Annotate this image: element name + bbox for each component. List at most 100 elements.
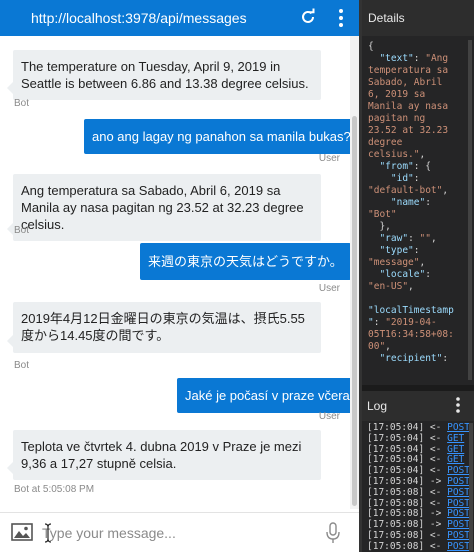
log-method-link[interactable]: POST [447, 487, 469, 498]
chat-scrollbar[interactable] [350, 36, 359, 509]
json-punctuation [368, 233, 379, 244]
message-input[interactable] [42, 519, 312, 547]
log-time: [17:05:08] [367, 529, 425, 541]
json-punctuation: , [385, 341, 391, 352]
details-scroll-thumb[interactable] [468, 40, 472, 380]
json-string: "Bot" [368, 209, 397, 220]
message-sender: Bot [14, 98, 30, 109]
json-key: "id" [390, 173, 414, 184]
log-direction: <- [424, 465, 448, 477]
microphone-icon[interactable] [325, 522, 341, 544]
json-string: celsius." [368, 149, 420, 160]
json-line: }, [368, 221, 468, 233]
log-direction: -> [424, 519, 448, 531]
json-punctuation: }, [368, 221, 391, 232]
json-punctuation [368, 53, 379, 64]
log-method-link[interactable]: POST [447, 541, 469, 551]
log-lines[interactable]: [17:05:04] <- POST [17:05:04] <- GET [17:0… [367, 423, 469, 551]
log-method-link[interactable]: POST [447, 498, 469, 509]
json-punctuation: { [368, 41, 374, 52]
json-punctuation [368, 161, 379, 172]
message-sender: User [318, 283, 340, 294]
json-key: "raw" [379, 233, 409, 244]
bot-emulator-window: http://localhost:3978/api/messages The t… [0, 0, 474, 552]
log-time: [17:05:04] [367, 454, 425, 466]
log-scrollbar[interactable] [469, 423, 473, 551]
json-punctuation: : [413, 53, 426, 64]
activity-json-view[interactable]: { "text": "Ang temperatura sa Sabado, Abri… [368, 41, 468, 381]
bubble-tail [7, 335, 13, 347]
log-direction: <- [424, 486, 448, 498]
details-panel: Details { "text": "Ang temperatura sa Saba… [362, 0, 474, 385]
json-punctuation: , [430, 233, 437, 244]
user-message: Jaké je počasí v praze včera [177, 378, 350, 413]
bubble-tail [7, 223, 13, 235]
json-key: "text" [379, 53, 414, 64]
json-key: "recipient" [379, 353, 443, 364]
log-title: Log [367, 399, 388, 413]
json-punctuation: : [413, 173, 420, 184]
json-string: 23.52 at 32.23 [368, 125, 449, 136]
chat-transcript[interactable]: The temperature on Tuesday, April 9, 201… [0, 36, 350, 509]
log-method-link[interactable]: POST [447, 423, 469, 433]
json-string: Sabado, Abril [368, 77, 443, 88]
json-string: "Ang [425, 53, 449, 64]
log-method-link[interactable]: POST [447, 465, 469, 476]
message-sender: Bot [14, 360, 30, 371]
json-string: degree [368, 137, 403, 148]
more-vertical-icon[interactable] [452, 395, 464, 415]
message-text: Teplota ve čtvrtek 4. dubna 2019 v Praze… [21, 439, 302, 471]
json-line: celsius.", [368, 149, 468, 161]
log-method-link[interactable]: POST [447, 508, 469, 519]
image-icon[interactable] [11, 523, 33, 541]
user-message: ano ang lagay ng panahon sa manila bukas… [84, 119, 350, 154]
log-time: [17:05:08] [367, 540, 425, 551]
json-punctuation [368, 197, 391, 208]
json-line: temperatura sa [368, 65, 468, 77]
json-line: "Bot" [368, 209, 468, 221]
log-method-link[interactable]: GET [447, 454, 464, 465]
log-time: [17:05:08] [367, 486, 425, 498]
json-string: "default-bot" [368, 185, 443, 196]
log-direction: <- [424, 497, 448, 509]
details-scrollbar[interactable] [468, 40, 472, 380]
refresh-icon[interactable] [299, 8, 317, 26]
json-string: 6, 2019 sa [368, 89, 426, 100]
json-punctuation [368, 269, 379, 280]
json-punctuation [368, 353, 379, 364]
json-punctuation: , [419, 149, 426, 160]
log-time: [17:05:08] [367, 497, 425, 509]
json-line: pagitan ng [368, 113, 468, 125]
message-sender: User [318, 411, 340, 422]
json-string: Manila ay nasa [368, 101, 449, 112]
more-vertical-icon[interactable] [334, 8, 348, 28]
user-message: 来週の東京の天気はどうですか。 [140, 243, 350, 280]
log-time: [17:05:04] [367, 443, 425, 455]
log-method-link[interactable]: GET [447, 444, 464, 455]
log-method-link[interactable]: GET [447, 433, 464, 444]
log-direction: <- [424, 454, 448, 466]
json-line: "type": [368, 245, 468, 257]
log-time: [17:05:04] [367, 423, 425, 433]
json-line: Sabado, Abril [368, 77, 468, 89]
json-line: degree [368, 137, 468, 149]
json-punctuation: : [408, 233, 420, 244]
json-punctuation: , [442, 185, 449, 196]
log-time: [17:05:04] [367, 432, 425, 444]
log-direction: -> [424, 508, 448, 520]
log-time: [17:05:08] [367, 508, 425, 520]
log-panel: Log [17:05:04] <- POST [17:05:04] <- GET[… [362, 391, 474, 552]
json-line: 00", [368, 341, 468, 353]
json-punctuation: : [425, 269, 431, 280]
json-punctuation [368, 245, 379, 256]
message-text: The temperature on Tuesday, April 9, 201… [21, 59, 309, 91]
chat-scroll-thumb[interactable] [352, 116, 357, 506]
log-method-link[interactable]: POST [447, 530, 469, 541]
json-punctuation: : [442, 353, 449, 364]
json-punctuation: , [419, 257, 426, 268]
log-method-link[interactable]: POST [447, 476, 469, 487]
bubble-tail [7, 462, 13, 474]
log-method-link[interactable]: POST [447, 519, 469, 530]
message-text: ano ang lagay ng panahon sa manila bukas… [92, 129, 350, 144]
json-string: 05T16:34:58+08: [368, 329, 454, 340]
